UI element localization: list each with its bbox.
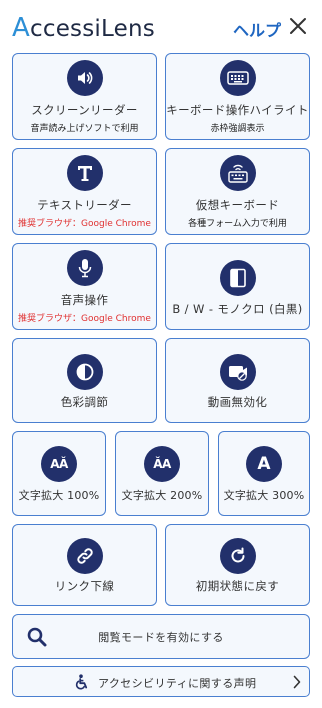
link-icon bbox=[66, 538, 103, 574]
reset-button[interactable]: 初期状態に戻す bbox=[165, 524, 310, 606]
font-size-100-button[interactable]: AǍ 文字拡大 100% bbox=[12, 431, 106, 516]
keyboard-highlight-subtext: 赤枠強調表示 bbox=[210, 124, 265, 134]
text-reader-subtext: 推奨ブラウザ：Google Chrome bbox=[18, 219, 151, 229]
monochrome-button[interactable]: B / W - モノクロ (白黒) bbox=[165, 243, 310, 330]
screen-reader-label: スクリーンリーダー bbox=[31, 103, 138, 117]
text-t-icon bbox=[66, 155, 103, 191]
color-adjust-button[interactable]: 色彩調節 bbox=[12, 338, 157, 423]
wireless-keyboard-icon bbox=[219, 155, 256, 191]
video-off-icon bbox=[219, 354, 256, 390]
text-reader-label: テキストリーダー bbox=[37, 198, 132, 212]
accessibility-icon bbox=[75, 674, 88, 690]
contrast-icon bbox=[66, 354, 103, 390]
close-icon[interactable] bbox=[286, 14, 310, 38]
font-size-200-button[interactable]: ǍA 文字拡大 200% bbox=[115, 431, 209, 516]
screen-reader-button[interactable]: スクリーンリーダー 音声読み上げソフトで利用 bbox=[12, 53, 157, 140]
reset-icon bbox=[219, 538, 256, 574]
help-link[interactable]: ヘルプ bbox=[233, 17, 281, 41]
font-size-200-label: 文字拡大 200% bbox=[121, 489, 203, 502]
voice-control-label: 音声操作 bbox=[60, 293, 109, 307]
font-size-icon: ǍA bbox=[144, 446, 180, 482]
font-size-300-label: 文字拡大 300% bbox=[223, 489, 305, 502]
monochrome-icon bbox=[219, 260, 256, 296]
text-reader-button[interactable]: テキストリーダー 推奨ブラウザ：Google Chrome bbox=[12, 148, 157, 235]
monochrome-label: B / W - モノクロ (白黒) bbox=[172, 302, 303, 316]
browse-mode-label: 閲覧モードを有効にする bbox=[98, 631, 224, 644]
underline-links-label: リンク下線 bbox=[54, 579, 115, 593]
keyboard-highlight-label: キーボード操作ハイライト bbox=[166, 103, 309, 117]
font-size-300-button[interactable]: A 文字拡大 300% bbox=[218, 431, 310, 516]
screen-reader-subtext: 音声読み上げソフトで利用 bbox=[30, 124, 139, 134]
disable-video-label: 動画無効化 bbox=[207, 395, 268, 409]
accessilens-logo: AccessiLens bbox=[12, 13, 155, 43]
keyboard-icon bbox=[219, 60, 256, 96]
reset-label: 初期状態に戻す bbox=[195, 579, 280, 593]
accessibility-statement-label: アクセシビリティに関する声明 bbox=[98, 677, 257, 690]
underline-links-button[interactable]: リンク下線 bbox=[12, 524, 157, 606]
virtual-keyboard-button[interactable]: 仮想キーボード 各種フォーム入力で利用 bbox=[165, 148, 310, 235]
color-adjust-label: 色彩調節 bbox=[60, 395, 109, 409]
keyboard-highlight-button[interactable]: キーボード操作ハイライト 赤枠強調表示 bbox=[165, 53, 310, 140]
disable-video-button[interactable]: 動画無効化 bbox=[165, 338, 310, 423]
font-size-icon: AǍ bbox=[41, 446, 77, 482]
voice-control-subtext: 推奨ブラウザ：Google Chrome bbox=[18, 314, 151, 324]
virtual-keyboard-label: 仮想キーボード bbox=[195, 198, 280, 212]
font-size-100-label: 文字拡大 100% bbox=[18, 489, 100, 502]
font-size-icon: A bbox=[246, 446, 282, 482]
microphone-icon bbox=[66, 250, 103, 286]
chevron-right-icon bbox=[293, 675, 301, 689]
voice-control-button[interactable]: 音声操作 推奨ブラウザ：Google Chrome bbox=[12, 243, 157, 330]
accessibility-statement-link[interactable]: アクセシビリティに関する声明 bbox=[12, 666, 310, 697]
header: AccessiLens ヘルプ bbox=[0, 0, 322, 52]
speaker-icon bbox=[66, 60, 103, 96]
browse-mode-button[interactable]: 閲覧モードを有効にする bbox=[12, 614, 310, 659]
virtual-keyboard-subtext: 各種フォーム入力で利用 bbox=[188, 219, 287, 229]
